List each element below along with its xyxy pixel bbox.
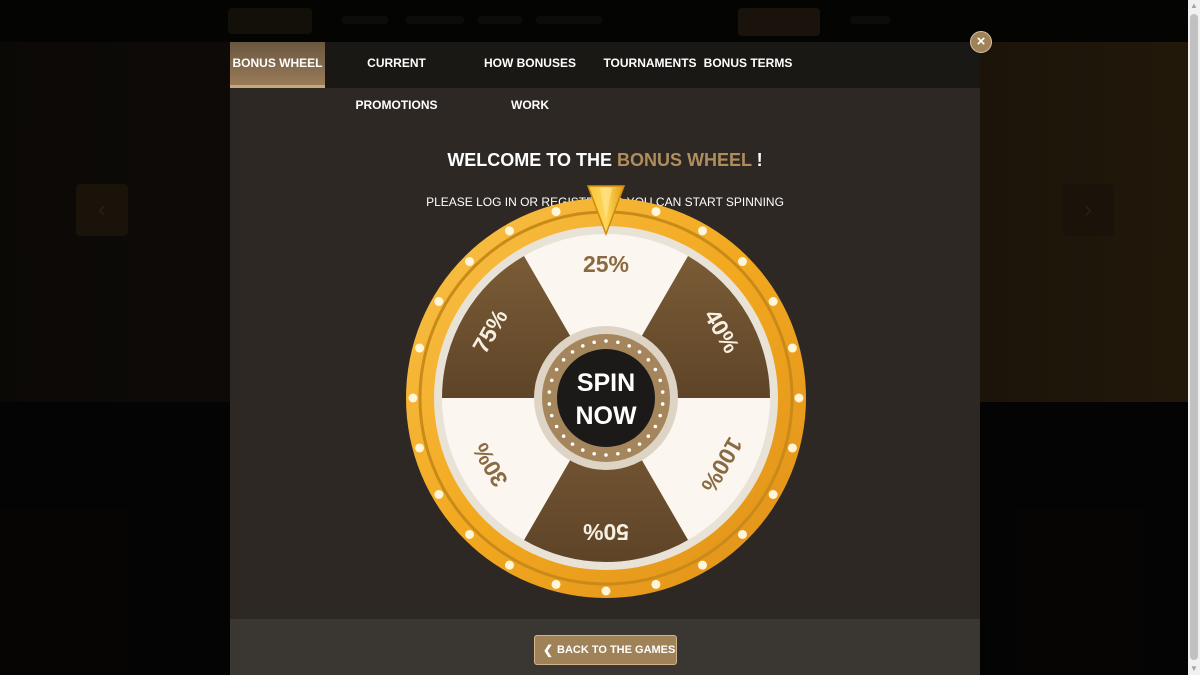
welcome-highlight: BONUS WHEEL: [616, 150, 752, 170]
hub-light: [637, 442, 642, 446]
rim-light: [651, 207, 661, 217]
hub-light: [554, 424, 559, 429]
hub-light: [570, 442, 575, 446]
hub-light: [646, 434, 651, 438]
welcome-prefix: WELCOME TO THE: [447, 150, 617, 170]
hub-light: [554, 367, 559, 372]
hub-light: [604, 339, 608, 343]
hub-light: [627, 448, 631, 452]
hub-light: [592, 340, 596, 345]
tab-tournaments[interactable]: TOURNAMENTS: [592, 42, 708, 88]
scroll-up-arrow-icon[interactable]: ▲: [1188, 0, 1200, 12]
rim-light: [794, 393, 804, 403]
hub-light: [581, 448, 585, 452]
hub-light: [581, 344, 585, 348]
scrollbar-thumb[interactable]: [1190, 14, 1198, 660]
rim-light: [698, 560, 707, 570]
hub-light: [637, 350, 642, 354]
bonus-wheel[interactable]: 25%40%100%50%30%75% SPIN NOW: [404, 184, 808, 604]
welcome-suffix: !: [751, 150, 763, 170]
hub-light: [658, 413, 663, 418]
hub-light: [549, 378, 554, 383]
rim-light: [415, 343, 425, 353]
hub-light: [658, 378, 663, 383]
hub-light: [653, 367, 658, 372]
rim-light: [787, 343, 797, 353]
hub-light: [547, 390, 552, 394]
rim-light: [698, 226, 707, 236]
tab-bonus-terms[interactable]: BONUS TERMS: [700, 42, 796, 88]
rim-light: [551, 579, 561, 589]
rim-light: [465, 257, 475, 267]
hub-light: [570, 350, 575, 354]
rim-light: [601, 586, 611, 596]
rim-light: [415, 443, 425, 453]
hub-light: [561, 358, 566, 362]
rim-light: [505, 560, 514, 570]
rim-light: [465, 529, 475, 539]
rim-light: [434, 297, 444, 306]
rim-light: [408, 393, 418, 403]
hub-light: [604, 453, 608, 457]
rim-light: [737, 529, 747, 539]
hub-light: [646, 358, 651, 362]
rim-light: [434, 490, 444, 499]
wheel-segment-label: 50%: [583, 519, 629, 545]
spin-label-line1[interactable]: SPIN: [577, 369, 635, 397]
hub-light: [561, 434, 566, 438]
rim-light: [768, 490, 778, 499]
spin-label-line2[interactable]: NOW: [575, 402, 637, 430]
hub-light: [653, 424, 658, 429]
modal-footer: ❮ BACK TO THE GAMES: [230, 619, 980, 675]
rim-light: [505, 226, 514, 236]
back-to-games-button[interactable]: ❮ BACK TO THE GAMES: [534, 635, 677, 665]
tab-bonus-wheel[interactable]: BONUS WHEEL: [230, 42, 325, 88]
hub-light: [549, 413, 554, 418]
rim-light: [737, 257, 747, 267]
tab-how-bonuses-work[interactable]: HOW BONUSES WORK: [468, 42, 592, 112]
wheel-segment-label: 25%: [583, 251, 629, 277]
rim-light: [651, 579, 661, 589]
rim-light: [551, 207, 561, 217]
hub-light: [616, 340, 620, 345]
tab-current-promotions[interactable]: CURRENT PROMOTIONS: [325, 42, 468, 112]
chevron-left-icon: ❮: [543, 643, 554, 657]
hub-light: [592, 451, 596, 456]
welcome-heading: WELCOME TO THE BONUS WHEEL !: [230, 150, 980, 171]
rim-light: [787, 443, 797, 453]
close-icon[interactable]: ×: [970, 31, 992, 53]
hub-light: [660, 402, 665, 406]
hub-light: [547, 402, 552, 406]
modal-tab-bar: BONUS WHEEL CURRENT PROMOTIONS HOW BONUS…: [230, 42, 980, 112]
hub-light: [616, 451, 620, 456]
hub-light: [660, 390, 665, 394]
scroll-down-arrow-icon[interactable]: ▼: [1188, 663, 1200, 675]
back-to-games-label: BACK TO THE GAMES: [557, 644, 676, 656]
page-scrollbar[interactable]: ▲ ▼: [1188, 0, 1200, 675]
rim-light: [768, 297, 778, 306]
spin-now-button[interactable]: [557, 349, 655, 447]
hub-light: [627, 344, 631, 348]
